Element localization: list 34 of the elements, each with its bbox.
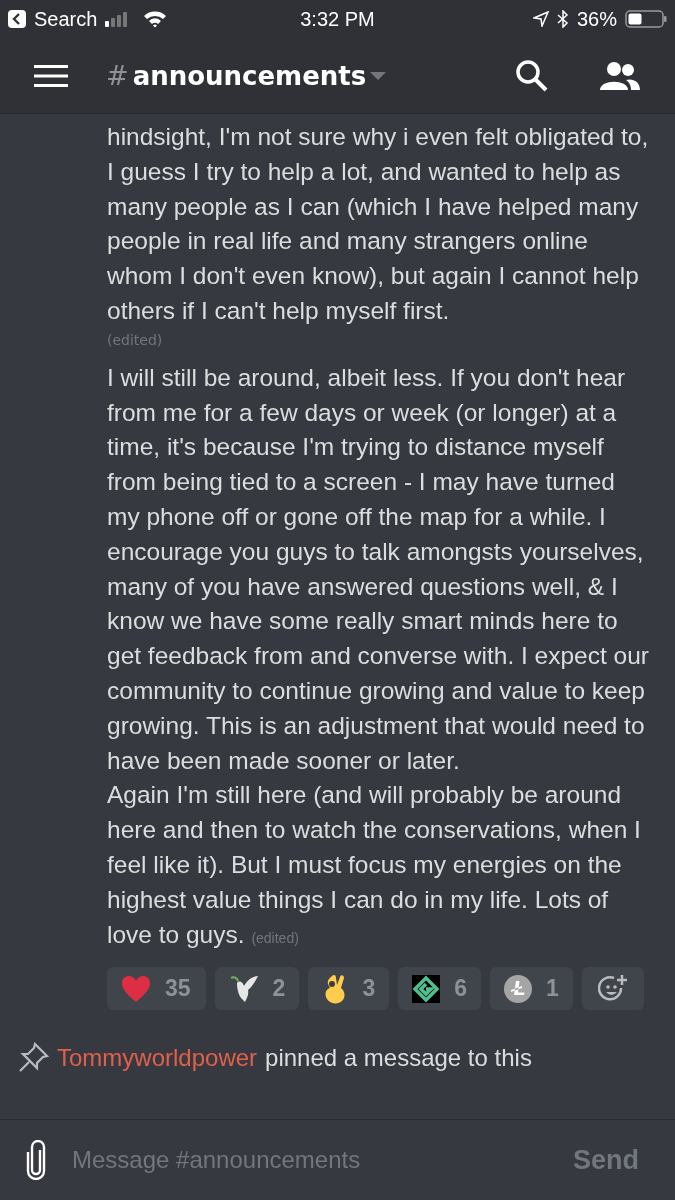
pinned-text: pinned a message to this [265,1044,532,1073]
message-field[interactable]: Message #announcements [70,1145,545,1175]
search-icon[interactable] [515,58,549,93]
channel-name[interactable]: announcements [132,60,367,91]
caret-icon[interactable] [370,70,387,81]
message-text: hindsight, I'm not sure why i even felt obligated to, I guess I try to help a lot, and wanted to help as many people as I can (which I have helped many people in real life and many strangers online whom I don't even know), but again I cannot help others if I can't help myself first. [107,122,650,326]
reaction-button[interactable]: 2 [214,967,300,1011]
dove-icon [228,973,259,1004]
reaction-button[interactable]: 6 [398,967,481,1011]
edited-label: (edited) [107,330,164,350]
reaction-button[interactable]: 35 [107,967,206,1011]
members-icon[interactable] [599,60,641,91]
logo-icon [412,974,441,1003]
back-label[interactable]: Search [34,7,98,31]
heart-icon [121,974,151,1003]
location-icon [532,11,549,27]
send-button[interactable]: Send [567,1143,645,1177]
wifi-icon [143,10,168,28]
reaction-button[interactable]: 3 [308,967,390,1011]
coin-icon [504,974,532,1003]
back-icon[interactable] [8,10,26,28]
edited-label: (edited) [251,929,299,946]
menu-icon[interactable] [34,64,68,87]
battery-icon [625,10,667,28]
attachment-icon[interactable] [24,1140,48,1180]
add-reaction-button[interactable] [581,967,644,1011]
bluetooth-icon [556,10,569,28]
reaction-button[interactable]: 1 [490,967,573,1011]
message-text: I will still be around, albeit less. If you don't hear from me for a few days or week (or longer) at a time, it's because I'm trying to distance myself from being tied to a screen - I may have turned my phone off or gone off the map for a while. I encourage you guys to talk amongsts yourselves, many of you have answered questions well, & I know we have some really smart minds here to get feedback from and converse with. I expect our community to continue growing and value to keep growing. This is an adjustment that would need to have been made sooner or later. [107,362,650,776]
hash-symbol: # [106,60,129,91]
battery-percent: 36% [576,7,617,31]
clock-time: 3:32 PM [300,7,375,31]
message-text: Again I'm still here (and will probably be around here and then to watch the conservations, when I feel like it). But I must focus my energies on the highest value things I can do in my life. Lots of love to guys. (edited) [107,780,642,950]
pinned-user[interactable]: Tommyworldpower [57,1044,258,1073]
